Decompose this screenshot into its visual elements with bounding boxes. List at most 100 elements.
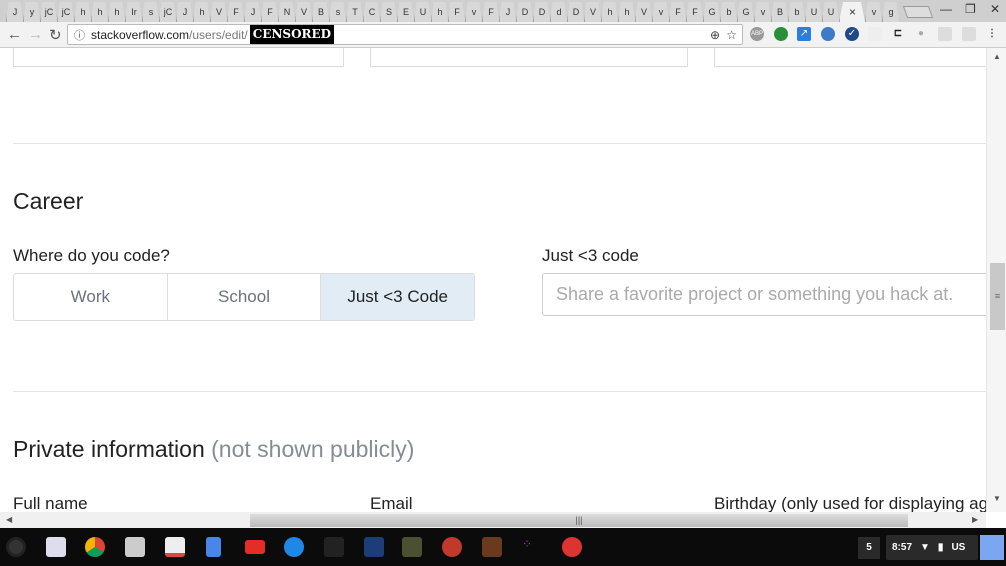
tab[interactable]: J <box>176 2 193 22</box>
tab[interactable]: V <box>210 2 227 22</box>
tab[interactable]: y <box>23 2 40 22</box>
tab[interactable]: v <box>754 2 771 22</box>
tab[interactable]: v <box>652 2 669 22</box>
horizontal-scroll-thumb[interactable]: ||| <box>250 514 908 527</box>
menu-icon[interactable]: ⋮ <box>985 27 999 41</box>
blank-ext-icon[interactable] <box>868 27 882 41</box>
tab[interactable]: Ir <box>125 2 142 22</box>
tab[interactable]: h <box>618 2 635 22</box>
docs-icon[interactable] <box>206 537 221 557</box>
tab[interactable]: F <box>261 2 278 22</box>
tab[interactable]: F <box>482 2 499 22</box>
tab[interactable]: T <box>346 2 363 22</box>
scroll-left-icon[interactable]: ◀ <box>6 515 12 524</box>
tab[interactable]: jC <box>57 2 74 22</box>
tab[interactable]: V <box>635 2 652 22</box>
new-tab-button[interactable] <box>902 6 934 18</box>
tab[interactable]: d <box>550 2 567 22</box>
check-badge-icon[interactable]: ✓ <box>845 27 859 41</box>
avatar[interactable] <box>980 535 1004 560</box>
tab[interactable]: h <box>74 2 91 22</box>
tab[interactable]: G <box>703 2 720 22</box>
tab[interactable]: s <box>142 2 159 22</box>
puzzle-icon[interactable] <box>938 27 952 41</box>
tab[interactable]: h <box>431 2 448 22</box>
tab[interactable]: h <box>91 2 108 22</box>
green-circle-icon[interactable] <box>774 27 788 41</box>
chrome-web-store-icon[interactable] <box>125 537 145 557</box>
tab[interactable]: jC <box>40 2 57 22</box>
status-tray[interactable]: 8:57 ▼ ▮ US <box>886 535 978 560</box>
tab[interactable]: U <box>414 2 431 22</box>
minimize-icon[interactable]: — <box>940 2 952 16</box>
tab[interactable]: h <box>108 2 125 22</box>
tab[interactable]: V <box>584 2 601 22</box>
option-work[interactable]: Work <box>14 274 168 320</box>
tab[interactable]: U <box>822 2 839 22</box>
puzzle-icon[interactable] <box>962 27 976 41</box>
address-bar[interactable]: ⓘ stackoverflow.com/users/edit/ CENSORED… <box>67 24 743 45</box>
tab[interactable]: J <box>499 2 516 22</box>
bracket-icon[interactable]: ⊏ <box>891 27 905 41</box>
tab[interactable]: jC <box>159 2 176 22</box>
tab[interactable]: g <box>882 2 899 22</box>
tab[interactable]: h <box>193 2 210 22</box>
tab[interactable]: U <box>805 2 822 22</box>
launcher-icon[interactable] <box>6 537 26 557</box>
zoom-icon[interactable]: ⊕ <box>710 28 720 42</box>
tab[interactable]: F <box>448 2 465 22</box>
tab[interactable]: F <box>227 2 244 22</box>
bookmark-star-icon[interactable]: ☆ <box>726 28 737 42</box>
tab[interactable]: S <box>380 2 397 22</box>
tab[interactable]: F <box>686 2 703 22</box>
tab[interactable]: D <box>567 2 584 22</box>
active-tab[interactable]: × <box>839 2 865 22</box>
close-tab-icon[interactable]: × <box>849 5 856 19</box>
news-app-icon[interactable] <box>46 537 66 557</box>
tab[interactable]: N <box>278 2 295 22</box>
info-icon[interactable]: ⓘ <box>74 27 85 43</box>
back-icon[interactable]: ← <box>7 26 22 43</box>
gmail-icon[interactable] <box>165 537 185 557</box>
youtube-icon[interactable] <box>245 540 265 554</box>
web-app-icon[interactable] <box>364 537 384 557</box>
forward-icon[interactable]: → <box>28 26 43 43</box>
tab[interactable]: b <box>720 2 737 22</box>
tab[interactable]: s <box>329 2 346 22</box>
game-icon[interactable] <box>402 537 422 557</box>
tab[interactable]: D <box>533 2 550 22</box>
speech-icon[interactable]: ● <box>914 27 928 41</box>
tab[interactable]: D <box>516 2 533 22</box>
tab[interactable]: v <box>465 2 482 22</box>
tab[interactable]: b <box>788 2 805 22</box>
scroll-right-icon[interactable]: ▶ <box>972 515 978 524</box>
globe-icon[interactable] <box>821 27 835 41</box>
code-editor-icon[interactable] <box>324 537 344 557</box>
tab[interactable]: J <box>244 2 261 22</box>
close-window-icon[interactable]: ✕ <box>990 2 1000 16</box>
tab[interactable]: E <box>397 2 414 22</box>
tab[interactable]: G <box>737 2 754 22</box>
tab[interactable]: v <box>865 2 882 22</box>
project-input[interactable]: Share a favorite project or something yo… <box>542 273 986 316</box>
bible-app-icon[interactable] <box>482 537 502 557</box>
scroll-up-icon[interactable]: ▲ <box>993 52 1001 61</box>
resize-icon[interactable]: ↗ <box>797 27 811 41</box>
restore-icon[interactable]: ❐ <box>965 2 976 16</box>
tab[interactable]: B <box>312 2 329 22</box>
tab[interactable]: C <box>363 2 380 22</box>
reload-icon[interactable]: ↻ <box>49 26 62 44</box>
vertical-scroll-thumb[interactable]: ≡ <box>990 263 1005 330</box>
files-icon[interactable] <box>284 537 304 557</box>
notification-count[interactable]: 5 <box>858 537 880 559</box>
tab[interactable]: J <box>6 2 23 22</box>
video-app-icon[interactable] <box>562 537 582 557</box>
tab[interactable]: F <box>669 2 686 22</box>
chrome-icon[interactable] <box>85 537 105 557</box>
horizontal-scrollbar[interactable]: ◀ ||| ▶ <box>0 512 986 528</box>
scroll-down-icon[interactable]: ▼ <box>993 494 1001 503</box>
option-school[interactable]: School <box>168 274 322 320</box>
play-icon[interactable] <box>442 537 462 557</box>
option-just-code[interactable]: Just <3 Code <box>321 274 474 320</box>
tab[interactable]: h <box>601 2 618 22</box>
